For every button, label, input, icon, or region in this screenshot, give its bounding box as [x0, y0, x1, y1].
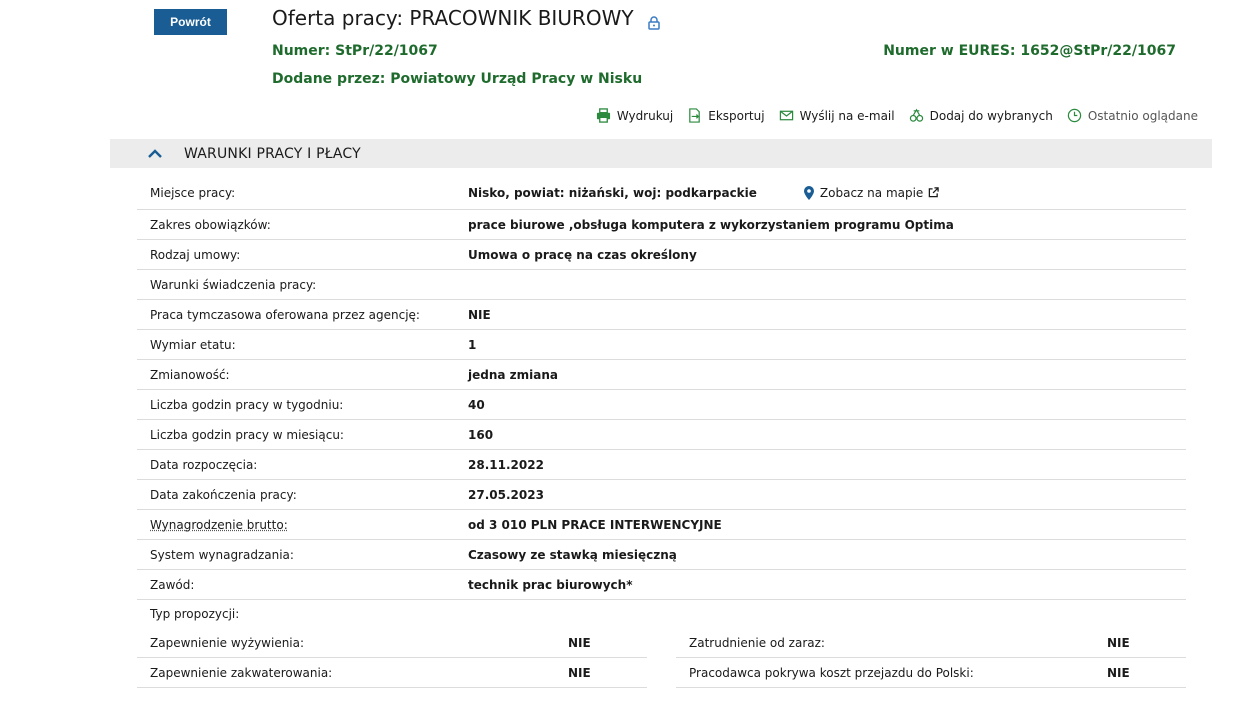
- row-value: NIE: [1107, 665, 1130, 680]
- eures-number-label: Numer w EURES:: [883, 43, 1016, 59]
- table-row: Zapewnienie wyżywienia: NIE: [137, 628, 647, 658]
- row-value: Umowa o pracę na czas określony: [468, 247, 697, 262]
- offer-title-text: Oferta pracy: PRACOWNIK BIUROWY: [272, 6, 634, 30]
- table-row: Wymiar etatu: 1: [137, 330, 1186, 360]
- row-value: Czasowy ze stawką miesięczną: [468, 547, 677, 562]
- table-row: Liczba godzin pracy w miesiącu: 160: [137, 420, 1186, 450]
- row-value: 1: [468, 337, 477, 352]
- row-value: technik prac biurowych*: [468, 577, 633, 592]
- row-value: prace biurowe ,obsługa komputera z wykor…: [468, 217, 954, 232]
- table-row: Liczba godzin pracy w tygodniu: 40: [137, 390, 1186, 420]
- row-key: Data rozpoczęcia:: [150, 457, 258, 472]
- row-value: 28.11.2022: [468, 457, 544, 472]
- map-link-label: Zobacz na mapie: [819, 185, 924, 200]
- email-action[interactable]: Wyślij na e-mail: [779, 108, 895, 123]
- row-value: NIE: [568, 635, 591, 650]
- table-row: Warunki świadczenia pracy:: [137, 270, 1186, 300]
- conditions-table: Miejsce pracy: Nisko, powiat: niżański, …: [137, 176, 1186, 688]
- envelope-icon: [779, 110, 793, 121]
- workplace-value: Nisko, powiat: niżański, woj: podkarpack…: [468, 185, 757, 200]
- proposal-right-column: Zatrudnienie od zaraz: NIE Pracodawca pok…: [676, 628, 1186, 688]
- export-label: Eksportuj: [708, 108, 765, 123]
- row-key: Data zakończenia pracy:: [150, 487, 297, 502]
- row-key: Zapewnienie zakwaterowania:: [150, 665, 333, 680]
- clock-icon: [1067, 108, 1082, 123]
- row-key: Miejsce pracy:: [150, 185, 236, 200]
- eures-number-value: 1652@StPr/22/1067: [1020, 43, 1176, 59]
- row-key: Liczba godzin pracy w tygodniu:: [150, 397, 344, 412]
- offer-number-label: Numer:: [272, 43, 331, 59]
- row-key: Liczba godzin pracy w miesiącu:: [150, 427, 344, 442]
- row-value: NIE: [468, 307, 491, 322]
- row-key: Zawód:: [150, 577, 195, 592]
- row-value: od 3 010 PLN PRACE INTERWENCYJNE: [468, 517, 722, 532]
- export-icon: [689, 108, 701, 123]
- proposal-details: Zapewnienie wyżywienia: NIE Zapewnienie z…: [137, 628, 1186, 688]
- row-key: Wymiar etatu:: [150, 337, 236, 352]
- row-key: Zmianowość:: [150, 367, 230, 382]
- proposal-type-label: Typ propozycji:: [150, 607, 240, 621]
- action-toolbar: Wydrukuj Eksportuj Wyślij na e-mail Doda…: [596, 108, 1198, 123]
- section-title: WARUNKI PRACY I PŁACY: [184, 145, 361, 162]
- chevron-up-icon: [148, 148, 162, 158]
- table-row: Zapewnienie zakwaterowania: NIE: [137, 658, 647, 688]
- row-value: 27.05.2023: [468, 487, 544, 502]
- row-value: jedna zmiana: [468, 367, 558, 382]
- favorite-label: Dodaj do wybranych: [929, 108, 1053, 123]
- row-key: Zakres obowiązków:: [150, 217, 271, 232]
- row-key: Rodzaj umowy:: [150, 247, 241, 262]
- row-value: 160: [468, 427, 494, 442]
- row-key: Zapewnienie wyżywienia:: [150, 635, 305, 650]
- cherries-icon: [909, 108, 923, 122]
- map-pin-icon: [803, 185, 814, 200]
- row-key: Zatrudnienie od zaraz:: [689, 635, 825, 650]
- row-value: NIE: [1107, 635, 1130, 650]
- recent-action[interactable]: Ostatnio oglądane: [1067, 108, 1198, 123]
- recent-label: Ostatnio oglądane: [1087, 108, 1198, 123]
- row-value: 40: [468, 397, 485, 412]
- row-key: Praca tymczasowa oferowana przez agencję…: [150, 307, 420, 322]
- table-row: System wynagradzania: Czasowy ze stawką m…: [137, 540, 1186, 570]
- added-by: Dodane przez: Powiatowy Urząd Pracy w Ni…: [272, 71, 642, 87]
- back-button[interactable]: Powrót: [154, 9, 227, 35]
- row-key: System wynagradzania:: [150, 547, 294, 562]
- table-row: Data rozpoczęcia: 28.11.2022: [137, 450, 1186, 480]
- proposal-type-row: Typ propozycji:: [137, 600, 1186, 628]
- row-value: NIE: [568, 665, 591, 680]
- row-value: Nisko, powiat: niżański, woj: podkarpack…: [468, 185, 940, 200]
- table-row: Praca tymczasowa oferowana przez agencję…: [137, 300, 1186, 330]
- table-row: Zakres obowiązków: prace biurowe ,obsługa…: [137, 210, 1186, 240]
- proposal-left-column: Zapewnienie wyżywienia: NIE Zapewnienie z…: [137, 628, 647, 688]
- table-row: Pracodawca pokrywa koszt przejazdu do Po…: [676, 658, 1186, 688]
- offer-number: Numer: StPr/22/1067: [272, 43, 438, 59]
- page-title: Oferta pracy: PRACOWNIK BIUROWY: [272, 6, 660, 30]
- row-key: Pracodawca pokrywa koszt przejazdu do Po…: [689, 665, 974, 680]
- table-row: Rodzaj umowy: Umowa o pracę na czas okreś…: [137, 240, 1186, 270]
- table-row: Wynagrodzenie brutto: od 3 010 PLN PRACE …: [137, 510, 1186, 540]
- email-label: Wyślij na e-mail: [799, 108, 895, 123]
- map-link[interactable]: Zobacz na mapie: [803, 185, 940, 200]
- table-row: Zmianowość: jedna zmiana: [137, 360, 1186, 390]
- added-by-label: Dodane przez:: [272, 71, 386, 87]
- section-toggle[interactable]: WARUNKI PRACY I PŁACY: [110, 139, 1212, 168]
- table-row: Zatrudnienie od zaraz: NIE: [676, 628, 1186, 658]
- added-by-value: Powiatowy Urząd Pracy w Nisku: [390, 71, 643, 87]
- offer-number-value: StPr/22/1067: [335, 43, 438, 59]
- table-row: Zawód: technik prac biurowych*: [137, 570, 1186, 600]
- printer-icon: [596, 108, 610, 123]
- lock-icon: [647, 11, 660, 30]
- print-action[interactable]: Wydrukuj: [596, 108, 673, 123]
- salary-tooltip-label[interactable]: Wynagrodzenie brutto:: [150, 518, 468, 532]
- export-action[interactable]: Eksportuj: [687, 108, 765, 123]
- table-row: Miejsce pracy: Nisko, powiat: niżański, …: [137, 176, 1186, 210]
- table-row: Data zakończenia pracy: 27.05.2023: [137, 480, 1186, 510]
- external-link-icon: [929, 187, 940, 198]
- print-label: Wydrukuj: [616, 108, 674, 123]
- row-key: Warunki świadczenia pracy:: [150, 277, 317, 292]
- eures-number: Numer w EURES: 1652@StPr/22/1067: [883, 43, 1176, 59]
- favorite-action[interactable]: Dodaj do wybranych: [909, 108, 1053, 123]
